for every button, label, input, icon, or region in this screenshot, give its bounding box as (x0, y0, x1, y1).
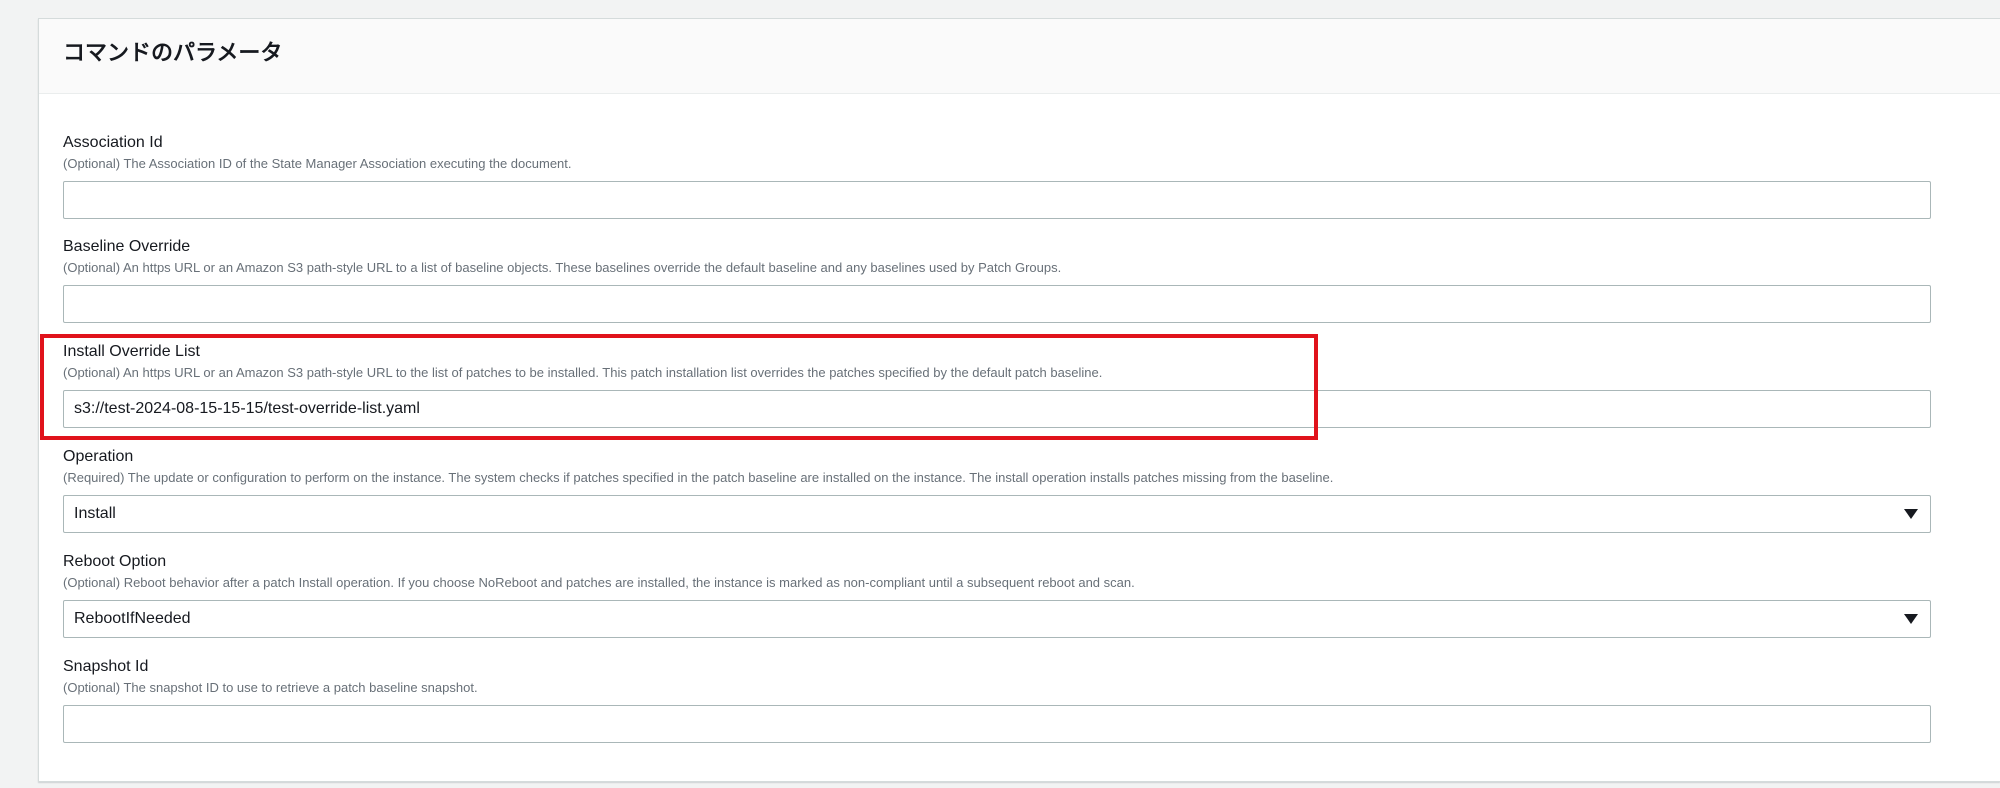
caret-down-icon (1904, 614, 1918, 624)
association-id-input[interactable] (63, 181, 1931, 219)
install-override-list-description: (Optional) An https URL or an Amazon S3 … (63, 365, 1103, 380)
snapshot-id-label: Snapshot Id (63, 658, 149, 675)
install-override-list-input[interactable] (63, 390, 1931, 428)
operation-description: (Required) The update or configuration t… (63, 470, 1334, 485)
command-parameters-panel: コマンドのパラメータ Association Id (Optional) The… (38, 18, 2000, 782)
reboot-option-select[interactable]: RebootIfNeeded (63, 600, 1931, 638)
reboot-option-description: (Optional) Reboot behavior after a patch… (63, 575, 1135, 590)
field-baseline-override: Baseline Override (Optional) An https UR… (63, 237, 1931, 323)
field-association-id: Association Id (Optional) The Associatio… (63, 133, 1931, 219)
association-id-description: (Optional) The Association ID of the Sta… (63, 156, 572, 171)
operation-select[interactable]: Install (63, 495, 1931, 533)
panel-title: コマンドのパラメータ (63, 40, 283, 65)
field-snapshot-id: Snapshot Id (Optional) The snapshot ID t… (63, 657, 1931, 743)
reboot-option-selected-value: RebootIfNeeded (74, 610, 191, 627)
panel-header: コマンドのパラメータ (39, 19, 2000, 94)
baseline-override-input[interactable] (63, 285, 1931, 323)
field-operation: Operation (Required) The update or confi… (63, 447, 1931, 533)
reboot-option-label: Reboot Option (63, 553, 167, 570)
install-override-list-label: Install Override List (63, 343, 200, 360)
field-reboot-option: Reboot Option (Optional) Reboot behavior… (63, 552, 1931, 638)
association-id-label: Association Id (63, 134, 163, 151)
baseline-override-description: (Optional) An https URL or an Amazon S3 … (63, 260, 1062, 275)
baseline-override-label: Baseline Override (63, 238, 191, 255)
field-install-override-list: Install Override List (Optional) An http… (63, 342, 1931, 428)
snapshot-id-description: (Optional) The snapshot ID to use to ret… (63, 680, 478, 695)
operation-selected-value: Install (74, 505, 116, 522)
snapshot-id-input[interactable] (63, 705, 1931, 743)
caret-down-icon (1904, 509, 1918, 519)
operation-label: Operation (63, 448, 134, 465)
